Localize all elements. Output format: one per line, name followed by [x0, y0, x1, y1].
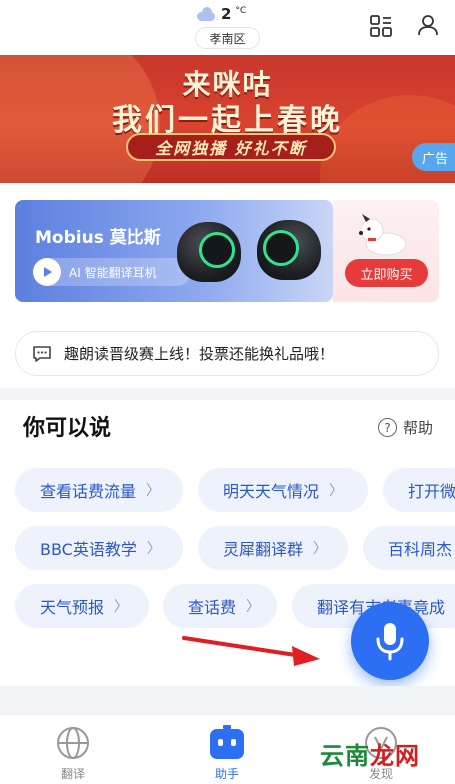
notice-bar[interactable]: 趣朗读晋级赛上线！投票还能换礼品哦！ [15, 331, 439, 376]
chip-label: 灵犀翻译群 [223, 540, 304, 559]
chip-label: 查话费 [188, 598, 237, 617]
chevron-right-icon: 〉 [329, 483, 344, 499]
microphone-icon [376, 623, 404, 661]
product-title: Mobius 莫比斯 [35, 228, 161, 248]
chevron-right-icon: 〉 [146, 541, 161, 557]
chip-label: BBC英语教学 [40, 540, 137, 559]
help-link[interactable]: ? 帮助 [378, 417, 433, 438]
top-header: 2 °C 孝南区 [0, 0, 455, 55]
suggestion-chip[interactable]: BBC英语教学〉 [15, 526, 183, 570]
banner-ribbon: 全网独播 好礼不断 [126, 133, 336, 161]
chevron-right-icon: 〉 [114, 599, 129, 615]
chevron-right-icon: 〉 [313, 541, 328, 557]
grid-menu-icon[interactable] [369, 14, 393, 38]
suggestion-chip[interactable]: 打开微 [383, 468, 455, 512]
user-profile-icon[interactable] [416, 13, 440, 37]
red-arrow-annotation [182, 636, 320, 666]
earbud-image [257, 220, 321, 280]
tab-translate[interactable]: 翻译 [38, 725, 108, 782]
promo-banner[interactable]: 来咪咕 我们一起上春晚 全网独播 好礼不断 广告 [0, 55, 455, 183]
suggestion-chip[interactable]: 查看话费流量〉 [15, 468, 183, 512]
robot-icon [210, 725, 244, 759]
district-selector[interactable]: 孝南区 [195, 27, 260, 49]
suggestion-chip[interactable]: 天气预报〉 [15, 584, 149, 628]
app-screen: 2 °C 孝南区 来咪咕 我们一起上春晚 全网独播 好礼不断 广告 Mobius… [0, 0, 455, 784]
temperature-value: 2 [221, 5, 232, 23]
chip-label: 天气预报 [40, 598, 105, 617]
product-subtitle: AI 智能翻译耳机 [69, 265, 157, 280]
buy-now-button[interactable]: 立即购买 [345, 259, 428, 287]
ad-tag: 广告 [412, 143, 455, 171]
tab-label: 翻译 [60, 767, 85, 781]
chip-label: 明天天气情况 [223, 482, 320, 501]
play-icon [33, 258, 61, 286]
tab-label: 助手 [214, 767, 239, 781]
chip-label: 百科周杰 [388, 540, 453, 559]
weather-widget[interactable]: 2 °C [195, 3, 265, 25]
cloud-icon [195, 7, 217, 21]
suggestion-chip[interactable]: 明天天气情况〉 [198, 468, 368, 512]
globe-icon [57, 727, 89, 759]
section-divider [0, 686, 455, 700]
notice-text: 趣朗读晋级赛上线！投票还能换礼品哦！ [64, 345, 335, 363]
suggestion-chip[interactable]: 百科周杰 [363, 526, 455, 570]
suggestion-chip[interactable]: 查话费〉 [163, 584, 277, 628]
mascot-dog-icon [359, 214, 407, 256]
tab-assistant[interactable]: 助手 [192, 725, 262, 782]
earbud-image [177, 222, 241, 282]
suggestion-chip[interactable]: 灵犀翻译群〉 [198, 526, 348, 570]
temperature-unit: °C [235, 6, 247, 16]
chevron-right-icon: 〉 [146, 483, 161, 499]
message-icon [33, 345, 51, 362]
site-watermark: 云南龙网 [320, 741, 420, 770]
product-promo-card[interactable]: Mobius 莫比斯 AI 智能翻译耳机 [15, 200, 333, 302]
product-play-pill[interactable]: AI 智能翻译耳机 [33, 258, 191, 286]
voice-input-button[interactable] [351, 602, 429, 680]
section-title: 你可以说 [23, 416, 112, 441]
chip-label: 打开微 [408, 482, 455, 501]
chip-label: 查看话费流量 [40, 482, 137, 501]
help-label: 帮助 [403, 419, 434, 437]
help-icon: ? [378, 418, 397, 437]
chevron-right-icon: 〉 [246, 599, 261, 615]
